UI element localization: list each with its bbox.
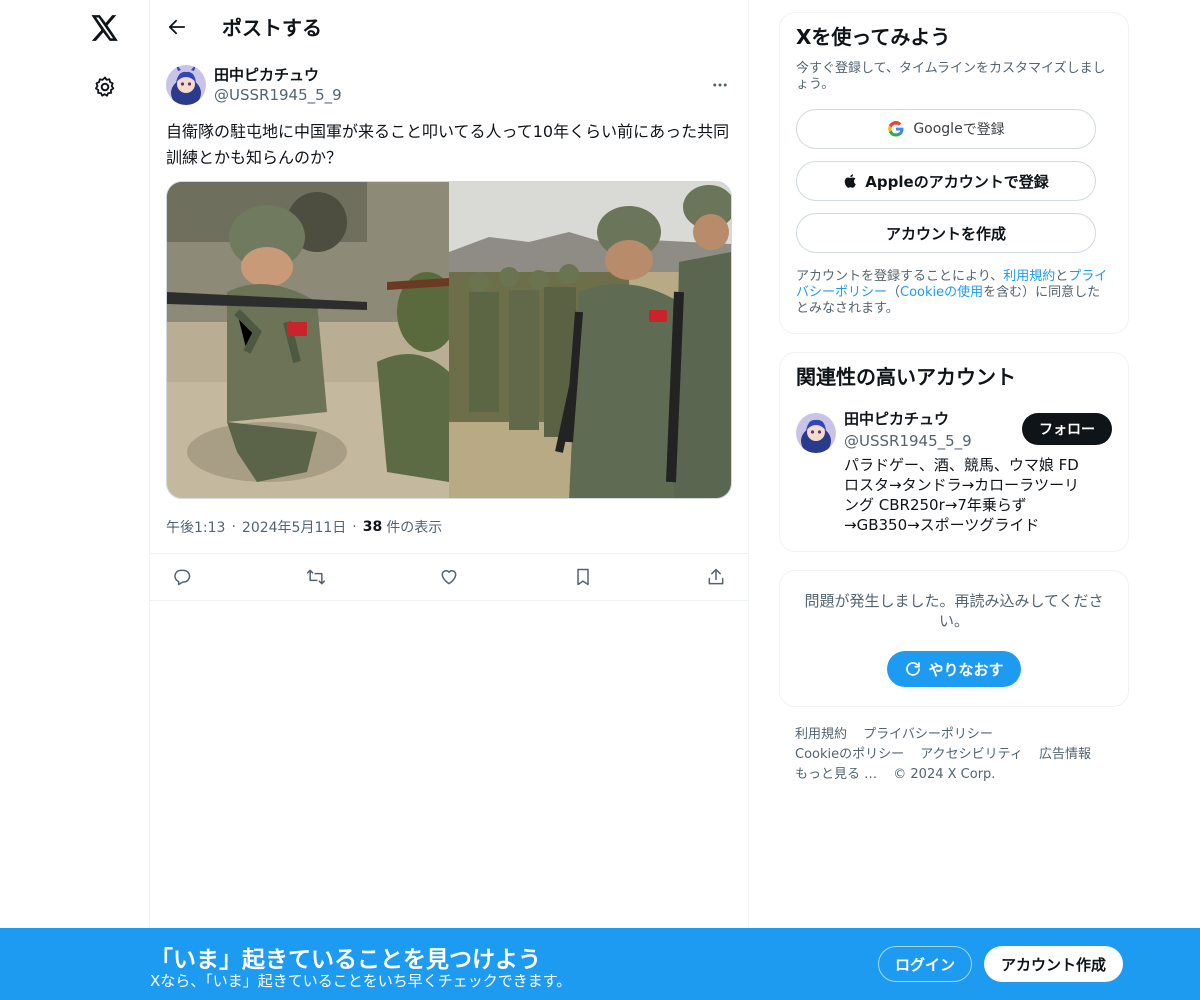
footer-accessibility-link[interactable]: アクセシビリティ bbox=[920, 747, 1023, 762]
google-icon bbox=[888, 121, 904, 137]
signup-card: Xを使ってみよう 今すぐ登録して、タイムラインをカスタマイズしましょう。 Goo… bbox=[779, 12, 1129, 334]
footer-ads-link[interactable]: 広告情報 bbox=[1039, 747, 1091, 762]
avatar[interactable] bbox=[796, 413, 836, 453]
author-handle[interactable]: @USSR1945_5_9 bbox=[214, 85, 708, 105]
reply-icon[interactable] bbox=[170, 565, 194, 589]
related-bio: パラドゲー、酒、競馬、ウマ娘 FDロスタ→タンドラ→カローラツーリング CBR2… bbox=[844, 456, 1080, 534]
cookie-link[interactable]: Cookieの使用 bbox=[900, 285, 983, 300]
terms-link[interactable]: 利用規約 bbox=[1003, 269, 1055, 284]
signup-banner: 「いま」起きていることを見つけよう Xなら、「いま」起きていることをいち早くチェ… bbox=[0, 928, 1200, 1000]
refresh-icon bbox=[906, 662, 921, 676]
signup-card-title: Xを使ってみよう bbox=[796, 25, 951, 49]
post-author-row: 田中ピカチュウ @USSR1945_5_9 bbox=[166, 63, 732, 107]
apple-label: Appleのアカウントで登録 bbox=[865, 172, 1049, 191]
footer-links: 利用規約 プライバシーポリシー Cookieのポリシー アクセシビリティ 広告情… bbox=[779, 725, 1129, 785]
footer-cookie-link[interactable]: Cookieのポリシー bbox=[795, 747, 904, 762]
google-label: Google bbox=[913, 121, 963, 137]
create-account-button[interactable]: アカウントを作成 bbox=[796, 213, 1096, 253]
related-handle[interactable]: @USSR1945_5_9 bbox=[844, 431, 972, 451]
footer-row-2: Cookieのポリシー アクセシビリティ 広告情報 bbox=[795, 745, 1129, 765]
banner-subtitle: Xなら、「いま」起きていることをいち早くチェックできます。 bbox=[150, 972, 572, 990]
footer-row-1: 利用規約 プライバシーポリシー bbox=[795, 725, 1129, 745]
post-image-2[interactable] bbox=[449, 182, 731, 498]
footer-terms-link[interactable]: 利用規約 bbox=[795, 727, 847, 742]
main-column: ポストする 田中ピカチュウ @USSR1945_5_9 自衛隊の駐屯地に中国軍が… bbox=[149, 0, 749, 1000]
legal-part-2: と bbox=[1055, 269, 1069, 284]
post: 田中ピカチュウ @USSR1945_5_9 自衛隊の駐屯地に中国軍が来ること叩い… bbox=[150, 53, 748, 601]
legal-part-1: アカウントを登録することにより、 bbox=[796, 269, 1004, 284]
error-text: 問題が発生しました。再読み込みしてください。 bbox=[804, 592, 1104, 630]
share-icon[interactable] bbox=[704, 565, 728, 589]
footer-more-link[interactable]: もっと見る … bbox=[795, 767, 877, 782]
post-meta: 午後1:13 · 2024年5月11日 · 38 件の表示 bbox=[166, 517, 732, 537]
view-label: 件の表示 bbox=[386, 520, 443, 536]
left-nav bbox=[0, 0, 150, 1000]
google-suffix: で登録 bbox=[962, 122, 1005, 138]
related-account-meta: 田中ピカチュウ @USSR1945_5_9 bbox=[844, 409, 972, 451]
legal-part-3: （ bbox=[887, 285, 901, 300]
back-arrow-icon[interactable] bbox=[166, 16, 188, 38]
repost-icon[interactable] bbox=[304, 565, 328, 589]
google-signup-button[interactable]: Google で登録 bbox=[796, 109, 1096, 149]
legal-text: アカウントを登録することにより、利用規約とプライバシーポリシー（Cookieの使… bbox=[796, 269, 1112, 317]
apple-signup-button[interactable]: Appleのアカウントで登録 bbox=[796, 161, 1096, 201]
signup-button[interactable]: アカウント作成 bbox=[984, 946, 1123, 982]
bookmark-icon[interactable] bbox=[571, 565, 595, 589]
signup-card-subtitle: 今すぐ登録して、タイムラインをカスタマイズしましょう。 bbox=[796, 61, 1106, 92]
footer-privacy-link[interactable]: プライバシーポリシー bbox=[863, 727, 993, 742]
gear-icon[interactable] bbox=[87, 69, 123, 105]
post-actions bbox=[150, 553, 748, 601]
login-button[interactable]: ログイン bbox=[878, 946, 972, 982]
related-account-head: 田中ピカチュウ @USSR1945_5_9 フォロー bbox=[844, 409, 1112, 451]
retry-label: やりなおす bbox=[928, 660, 1004, 679]
error-card: 問題が発生しました。再読み込みしてください。 やりなおす bbox=[779, 570, 1129, 707]
author-meta: 田中ピカチュウ @USSR1945_5_9 bbox=[214, 65, 708, 105]
post-date[interactable]: 2024年5月11日 bbox=[242, 517, 346, 537]
banner-title: 「いま」起きていることを見つけよう bbox=[150, 947, 541, 973]
follow-button[interactable]: フォロー bbox=[1022, 413, 1112, 445]
page-title: ポストする bbox=[222, 16, 322, 40]
author-name[interactable]: 田中ピカチュウ bbox=[214, 65, 708, 85]
more-options-icon[interactable] bbox=[708, 73, 732, 97]
apple-icon bbox=[845, 174, 857, 188]
retry-button[interactable]: やりなおす bbox=[887, 651, 1021, 687]
related-account-body: 田中ピカチュウ @USSR1945_5_9 フォロー パラドゲー、酒、競馬、ウマ… bbox=[844, 409, 1112, 535]
x-logo-icon[interactable] bbox=[87, 10, 123, 46]
post-text: 自衛隊の駐屯地に中国軍が来ること叩いてる人って10年くらい前にあった共同訓練とか… bbox=[166, 122, 730, 167]
like-icon[interactable] bbox=[437, 565, 461, 589]
related-title: 関連性の高いアカウント bbox=[796, 365, 1016, 389]
footer-row-3: もっと見る … © 2024 X Corp. bbox=[795, 765, 1129, 785]
meta-separator: · bbox=[231, 519, 236, 535]
related-name[interactable]: 田中ピカチュウ bbox=[844, 409, 972, 429]
related-accounts-card: 関連性の高いアカウント 田中ピカチュウ @USSR1945_5_9 フォロー パ… bbox=[779, 352, 1129, 552]
post-time[interactable]: 午後1:13 bbox=[166, 517, 225, 537]
copyright: © 2024 X Corp. bbox=[893, 767, 996, 782]
avatar[interactable] bbox=[166, 65, 206, 105]
meta-separator: · bbox=[352, 519, 357, 535]
post-media[interactable] bbox=[166, 181, 732, 499]
related-account[interactable]: 田中ピカチュウ @USSR1945_5_9 フォロー パラドゲー、酒、競馬、ウマ… bbox=[796, 409, 1112, 535]
post-image-1[interactable] bbox=[167, 182, 457, 498]
right-sidebar: Xを使ってみよう 今すぐ登録して、タイムラインをカスタマイズしましょう。 Goo… bbox=[779, 12, 1129, 785]
page-header: ポストする bbox=[150, 0, 748, 53]
view-count: 38 bbox=[362, 519, 383, 535]
